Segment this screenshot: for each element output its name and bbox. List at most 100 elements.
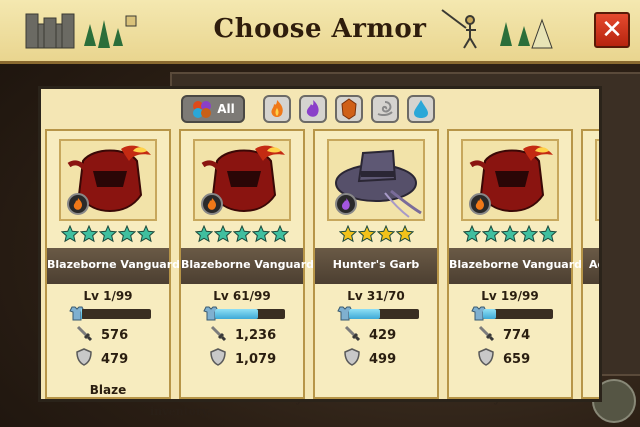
star-icon [539, 225, 557, 243]
armor-chooser-panel: All Blazeborne Vanguard Lv 1/99 576 479 … [38, 86, 602, 402]
star-icon [118, 225, 136, 243]
attack-stat: 576 [75, 325, 128, 345]
xp-progress-bar [69, 306, 157, 321]
wind-icon [377, 101, 393, 117]
filter-earth-button[interactable] [335, 95, 363, 123]
star-rating [181, 225, 303, 243]
defense-stat: 1,079 [209, 348, 277, 370]
close-icon: ✕ [601, 15, 623, 45]
xp-fill [81, 309, 83, 319]
armor-portrait [59, 139, 157, 221]
star-icon [376, 225, 395, 243]
defense-stat: 479 [75, 348, 129, 370]
star-rating [315, 225, 437, 243]
armor-level: Lv 31/70 [347, 289, 405, 303]
armor-name: Hunter's Garb [332, 258, 420, 271]
armor-level: Lv 1/99 [83, 289, 133, 303]
star-icon [214, 225, 232, 243]
attack-value: 429 [369, 327, 397, 343]
filter-all-label: All [217, 102, 235, 116]
star-rating [449, 225, 571, 243]
armor-portrait [595, 139, 599, 221]
filter-wind-button[interactable] [371, 95, 399, 123]
star-icon [195, 225, 213, 243]
xp-progress-bar [471, 306, 559, 321]
shield-icon [75, 348, 93, 370]
fire-icon [271, 100, 283, 117]
star-icon [463, 225, 481, 243]
star-icon [99, 225, 117, 243]
close-button[interactable]: ✕ [594, 12, 630, 48]
armor-name-band: Blazeborne Vanguard [449, 248, 583, 284]
shadow-icon [306, 100, 319, 117]
shield-icon [209, 348, 227, 370]
xp-progress-bar [337, 306, 425, 321]
shield-icon [343, 348, 361, 370]
header-bar: Choose Armor ✕ [0, 0, 640, 64]
shadow-element-icon [335, 193, 357, 215]
filter-all-button[interactable]: All [181, 95, 245, 123]
armor-portrait [461, 139, 559, 221]
defense-value: 659 [503, 351, 531, 367]
star-icon [80, 225, 98, 243]
armor-card-partial[interactable]: Ad [581, 129, 599, 399]
armor-card[interactable]: Blazeborne Vanguard Lv 61/99 1,236 1,079 [179, 129, 315, 399]
knight-decoration-icon [441, 9, 553, 49]
defense-value: 479 [101, 351, 129, 367]
armor-name: Blazeborne Vanguard [181, 258, 315, 271]
filter-shadow-button[interactable] [299, 95, 327, 123]
armor-card[interactable]: Blazeborne Vanguard Lv 19/99 774 659 [447, 129, 583, 399]
attack-value: 774 [503, 327, 531, 343]
armor-name-band: Ad [583, 248, 599, 284]
armor-tag: Blaze [89, 383, 127, 397]
filter-water-button[interactable] [407, 95, 435, 123]
star-icon [501, 225, 519, 243]
defense-value: 1,079 [235, 351, 277, 367]
star-icon [271, 225, 289, 243]
armor-name: Blazeborne Vanguard [449, 258, 583, 271]
defense-stat: 499 [343, 348, 397, 370]
armor-level: Lv 19/99 [481, 289, 539, 303]
armor-portrait [193, 139, 291, 221]
attack-value: 576 [101, 327, 129, 343]
shield-icon [477, 348, 495, 370]
armor-card[interactable]: Hunter's Garb Lv 31/70 429 499 [313, 129, 439, 399]
fire-element-icon [67, 193, 89, 215]
water-icon [414, 100, 428, 118]
attack-stat: 1,236 [209, 325, 276, 345]
attack-value: 1,236 [235, 327, 277, 343]
star-icon [338, 225, 357, 243]
all-elements-icon [193, 101, 212, 118]
attack-stat: 429 [343, 325, 396, 345]
star-icon [252, 225, 270, 243]
armor-name-band: Blazeborne Vanguard [47, 248, 181, 284]
fire-element-icon [469, 193, 491, 215]
star-icon [61, 225, 79, 243]
fire-element-icon [201, 193, 223, 215]
star-icon [520, 225, 538, 243]
star-icon [137, 225, 155, 243]
attack-stat: 774 [477, 325, 530, 345]
xp-progress-bar [203, 306, 291, 321]
filter-fire-button[interactable] [263, 95, 291, 123]
defense-stat: 659 [477, 348, 531, 370]
element-filter-bar: All [41, 89, 599, 127]
armor-card[interactable]: Blazeborne Vanguard Lv 1/99 576 479 Blaz… [45, 129, 181, 399]
defense-value: 499 [369, 351, 397, 367]
sword-icon [209, 324, 227, 346]
armor-name: Blazeborne Vanguard [47, 258, 181, 271]
star-icon [482, 225, 500, 243]
star-icon [395, 225, 414, 243]
xp-fill [215, 309, 259, 319]
armor-level: Lv 61/99 [213, 289, 271, 303]
star-rating [47, 225, 169, 243]
sword-icon [477, 324, 495, 346]
xp-fill [483, 309, 497, 319]
star-icon [233, 225, 251, 243]
armor-name-band: Blazeborne Vanguard [181, 248, 315, 284]
sword-icon [343, 324, 361, 346]
armor-name-band: Hunter's Garb [315, 248, 437, 284]
armor-name: Ad [589, 258, 599, 271]
sword-icon [75, 324, 93, 346]
earth-icon [341, 98, 357, 120]
